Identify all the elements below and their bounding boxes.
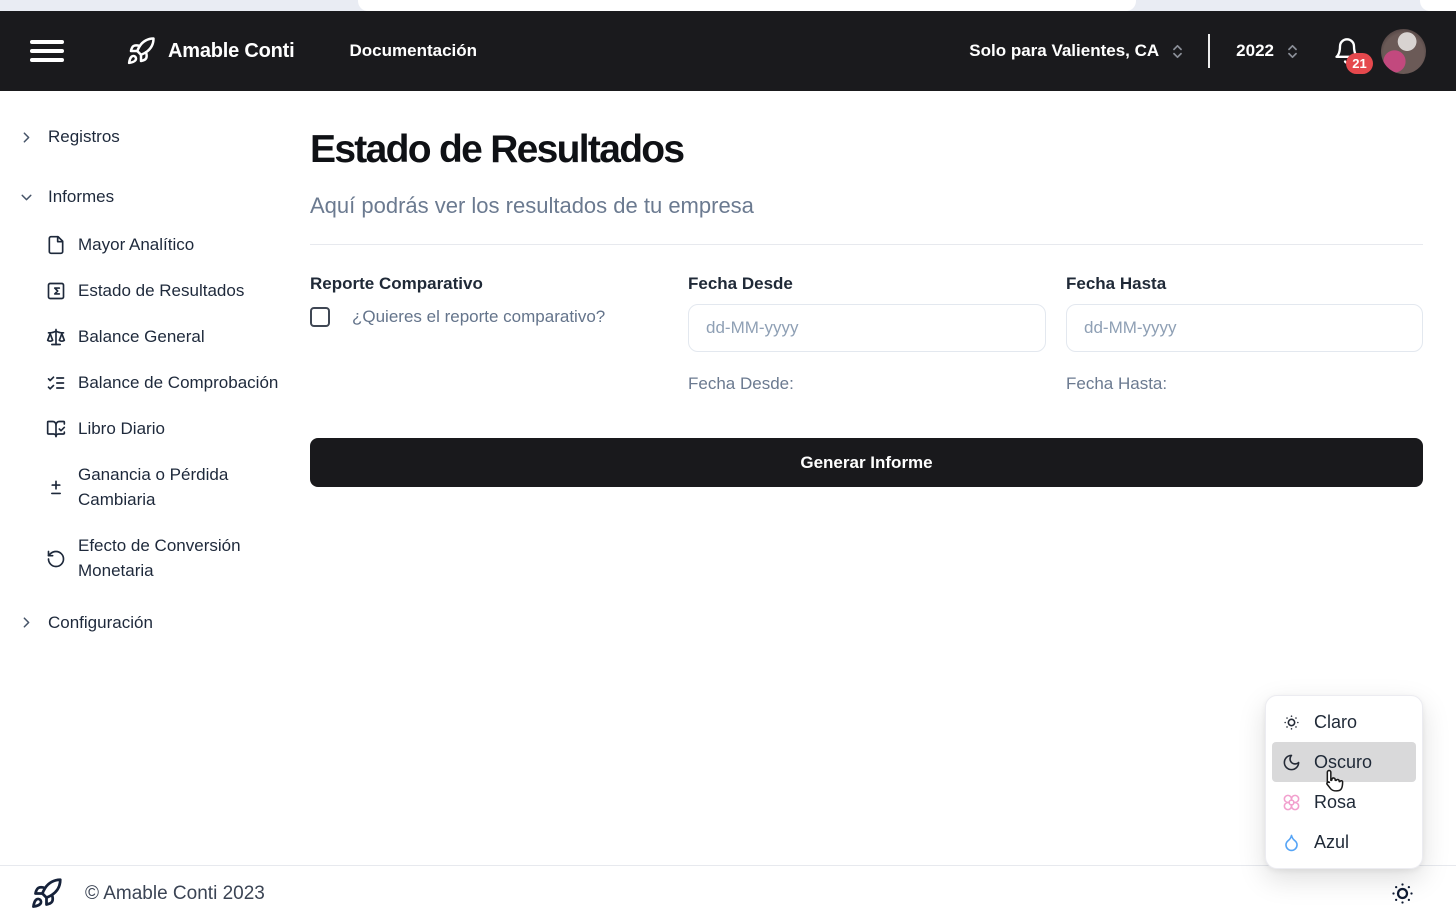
chevron-down-icon — [18, 189, 35, 206]
sidebar-item-efecto-de-conversion-monetaria[interactable]: Efecto de Conversión Monetaria — [0, 534, 300, 584]
date-to-label: Fecha Hasta — [1066, 274, 1423, 294]
company-selector[interactable]: Solo para Valientes, CA — [969, 41, 1186, 61]
notifications-button[interactable]: 21 — [1333, 37, 1361, 65]
sun-icon — [1282, 713, 1301, 732]
sidebar-item-libro-diario[interactable]: Libro Diario — [0, 417, 300, 442]
sidebar-item-balance-de-comprobacion[interactable]: Balance de Comprobación — [0, 371, 300, 396]
plus-minus-icon — [46, 478, 66, 498]
comparative-report-label: Reporte Comparativo — [310, 274, 650, 294]
brand[interactable]: Amable Conti — [126, 36, 295, 66]
top-navbar: Amable Conti Documentación Solo para Val… — [0, 11, 1456, 91]
flower-icon — [1282, 793, 1301, 812]
theme-option-azul[interactable]: Azul — [1272, 822, 1416, 862]
navbar-divider — [1208, 34, 1210, 68]
sidebar-item-mayor-analitico[interactable]: Mayor Analítico — [0, 233, 300, 258]
book-check-icon — [46, 419, 66, 439]
user-avatar[interactable] — [1381, 29, 1426, 74]
report-form: Reporte Comparativo ¿Quieres el reporte … — [310, 274, 1423, 394]
year-selector-label: 2022 — [1236, 41, 1274, 61]
rotate-ccw-icon — [46, 549, 66, 569]
top-strip-white-panel — [358, 0, 1136, 11]
sidebar-item-label: Mayor Analítico — [78, 233, 194, 258]
chevron-right-icon — [18, 129, 35, 146]
documentation-link[interactable]: Documentación — [350, 41, 478, 61]
date-to-input[interactable] — [1066, 304, 1423, 352]
page-subtitle: Aquí podrás ver los resultados de tu emp… — [310, 193, 1423, 219]
sidebar-item-label: Balance de Comprobación — [78, 371, 278, 396]
theme-option-label: Rosa — [1314, 792, 1356, 813]
sidebar-section-registros[interactable]: Registros — [0, 119, 300, 155]
theme-option-label: Oscuro — [1314, 752, 1372, 773]
theme-option-claro[interactable]: Claro — [1272, 702, 1416, 742]
date-from-hint: Fecha Desde: — [688, 374, 1046, 394]
page-title: Estado de Resultados — [310, 128, 1423, 172]
comparative-report-question: ¿Quieres el reporte comparativo? — [352, 307, 605, 327]
rocket-icon — [30, 877, 63, 910]
sidebar-item-label: Estado de Resultados — [78, 279, 244, 304]
theme-toggle-sun-icon[interactable] — [1389, 880, 1416, 907]
main-content: Estado de Resultados Aquí podrás ver los… — [310, 91, 1423, 487]
notification-count-badge: 21 — [1346, 53, 1373, 74]
top-strip-white-panel-right — [1420, 0, 1456, 11]
brand-name: Amable Conti — [168, 40, 295, 63]
theme-menu: Claro Oscuro Rosa Azul — [1265, 695, 1423, 869]
sidebar-item-ganancia-o-perdida-cambiaria[interactable]: Ganancia o Pérdida Cambiaria — [0, 463, 300, 513]
sidebar-item-label: Ganancia o Pérdida Cambiaria — [78, 463, 280, 513]
content-divider — [310, 244, 1423, 245]
droplet-icon — [1282, 833, 1301, 852]
checklist-icon — [46, 373, 66, 393]
generate-report-button[interactable]: Generar Informe — [310, 438, 1423, 487]
sidebar-item-estado-de-resultados[interactable]: Estado de Resultados — [0, 279, 300, 304]
footer-copyright: © Amable Conti 2023 — [85, 883, 265, 905]
sidebar: Registros Informes Mayor Analítico Estad… — [0, 91, 300, 641]
rocket-icon — [126, 36, 156, 66]
sigma-square-icon — [46, 281, 66, 301]
year-selector[interactable]: 2022 — [1236, 41, 1301, 61]
sidebar-section-configuracion[interactable]: Configuración — [0, 605, 300, 641]
file-icon — [46, 235, 66, 255]
theme-option-label: Claro — [1314, 712, 1357, 733]
sidebar-informes-items: Mayor Analítico Estado de Resultados Bal… — [0, 233, 300, 584]
date-from-label: Fecha Desde — [688, 274, 1046, 294]
hamburger-menu-button[interactable] — [30, 35, 66, 68]
date-from-input[interactable] — [688, 304, 1046, 352]
sidebar-section-label: Informes — [48, 187, 114, 207]
chevron-right-icon — [18, 614, 35, 631]
top-strip — [0, 0, 1456, 11]
sidebar-item-label: Balance General — [78, 325, 205, 350]
scale-icon — [46, 327, 66, 347]
sidebar-section-informes[interactable]: Informes — [0, 179, 300, 215]
sidebar-item-label: Efecto de Conversión Monetaria — [78, 534, 280, 584]
moon-icon — [1282, 753, 1301, 772]
footer: © Amable Conti 2023 — [0, 865, 1456, 921]
sidebar-item-balance-general[interactable]: Balance General — [0, 325, 300, 350]
theme-option-label: Azul — [1314, 832, 1349, 853]
sidebar-section-label: Configuración — [48, 613, 153, 633]
comparative-report-checkbox[interactable] — [310, 307, 330, 327]
theme-option-oscuro[interactable]: Oscuro — [1272, 742, 1416, 782]
date-to-hint: Fecha Hasta: — [1066, 374, 1423, 394]
chevron-up-down-icon — [1284, 43, 1301, 60]
chevron-up-down-icon — [1169, 43, 1186, 60]
theme-option-rosa[interactable]: Rosa — [1272, 782, 1416, 822]
sidebar-section-label: Registros — [48, 127, 120, 147]
sidebar-item-label: Libro Diario — [78, 417, 165, 442]
company-selector-label: Solo para Valientes, CA — [969, 41, 1159, 61]
